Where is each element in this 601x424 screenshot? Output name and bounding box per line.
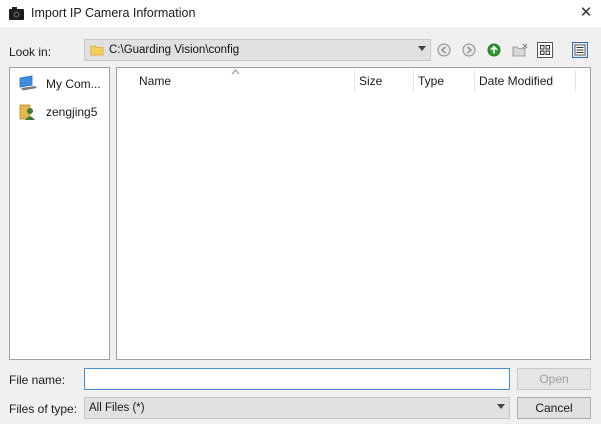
up-folder-icon bbox=[487, 43, 501, 57]
file-type-combo[interactable]: All Files (*) bbox=[84, 397, 510, 419]
file-name-input[interactable] bbox=[84, 368, 510, 390]
user-icon bbox=[19, 104, 35, 120]
column-divider[interactable] bbox=[575, 70, 576, 92]
file-type-value: All Files (*) bbox=[89, 402, 145, 414]
back-icon bbox=[437, 43, 451, 57]
column-header-type[interactable]: Type bbox=[414, 68, 474, 94]
computer-icon bbox=[19, 75, 37, 91]
chevron-down-icon bbox=[497, 404, 505, 409]
place-item-my-computer[interactable]: My Com... bbox=[16, 72, 108, 96]
look-in-combo[interactable]: C:\Guarding Vision\config bbox=[84, 39, 431, 61]
place-label: My Com... bbox=[46, 77, 101, 91]
list-view-button[interactable] bbox=[535, 40, 555, 60]
title-bar: Import IP Camera Information ✕ bbox=[0, 0, 601, 27]
column-header-date-modified[interactable]: Date Modified bbox=[475, 68, 575, 94]
forward-button[interactable] bbox=[459, 40, 479, 60]
place-item-user[interactable]: zengjing5 bbox=[16, 100, 108, 124]
close-icon: ✕ bbox=[579, 4, 593, 21]
cancel-button[interactable]: Cancel bbox=[517, 397, 591, 419]
open-button[interactable]: Open bbox=[517, 368, 591, 390]
look-in-label: Look in: bbox=[9, 45, 52, 59]
column-header-size[interactable]: Size bbox=[355, 68, 413, 94]
new-folder-button[interactable] bbox=[510, 40, 530, 60]
folder-icon bbox=[90, 45, 104, 56]
app-icon bbox=[9, 7, 24, 20]
chevron-down-icon bbox=[418, 46, 426, 51]
file-type-label: Files of type: bbox=[9, 402, 78, 416]
column-header-name[interactable]: Name bbox=[135, 68, 355, 94]
place-label: zengjing5 bbox=[46, 105, 98, 119]
look-in-path: C:\Guarding Vision\config bbox=[109, 44, 240, 56]
window-title: Import IP Camera Information bbox=[31, 6, 196, 20]
details-view-icon bbox=[572, 42, 588, 58]
file-name-label: File name: bbox=[9, 373, 66, 387]
new-folder-icon bbox=[512, 43, 528, 57]
list-view-icon bbox=[537, 42, 553, 58]
up-folder-button[interactable] bbox=[484, 40, 504, 60]
details-view-button[interactable] bbox=[570, 40, 590, 60]
back-button[interactable] bbox=[434, 40, 454, 60]
places-sidebar: My Com... zengjing5 bbox=[9, 67, 110, 360]
close-button[interactable]: ✕ bbox=[574, 2, 598, 24]
file-list[interactable]: Name Size Type Date Modified bbox=[116, 67, 591, 360]
forward-icon bbox=[462, 43, 476, 57]
